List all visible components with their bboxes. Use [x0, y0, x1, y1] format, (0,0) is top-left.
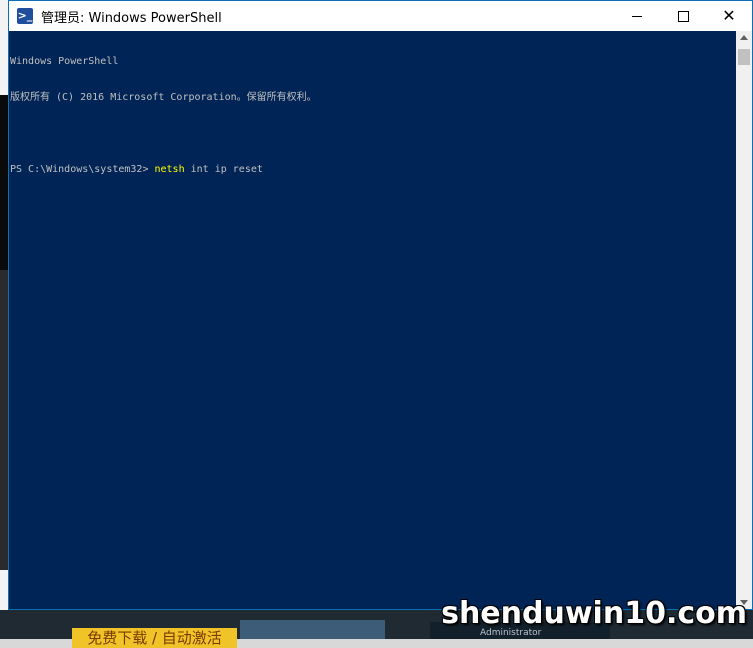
prompt-text: PS C:\Windows\system32> — [10, 164, 155, 175]
caption-buttons: ✕ — [614, 1, 752, 31]
background-panel — [240, 620, 385, 639]
background-window-strip-lower — [0, 270, 8, 570]
powershell-window[interactable]: >_ 管理员: Windows PowerShell ✕ Windows Pow… — [8, 0, 753, 610]
prompt-line: PS C:\Windows\system32> netsh int ip res… — [9, 164, 737, 176]
maximize-icon — [677, 10, 689, 22]
minimize-icon — [632, 15, 642, 17]
command-name: netsh — [154, 164, 185, 175]
vertical-scrollbar[interactable] — [736, 31, 752, 609]
scrollbar-thumb[interactable] — [738, 49, 750, 65]
background-window-strip — [0, 95, 8, 270]
console-line: Windows PowerShell — [10, 56, 119, 67]
command-arguments: int ip reset — [184, 164, 263, 175]
watermark-text: shenduwin10.com — [441, 596, 747, 631]
close-button[interactable]: ✕ — [706, 1, 752, 31]
close-icon: ✕ — [722, 6, 736, 25]
powershell-icon[interactable]: >_ — [17, 8, 33, 24]
desktop-left-edge — [0, 0, 8, 639]
minimize-button[interactable] — [614, 1, 660, 31]
console-line: 版权所有 (C) 2016 Microsoft Corporation。保留所有… — [10, 92, 317, 103]
window-title: 管理员: Windows PowerShell — [41, 10, 222, 26]
scroll-up-arrow-icon[interactable] — [740, 35, 748, 40]
console-output[interactable]: Windows PowerShell 版权所有 (C) 2016 Microso… — [9, 31, 737, 610]
maximize-button[interactable] — [660, 1, 706, 31]
title-bar[interactable]: >_ 管理员: Windows PowerShell ✕ — [9, 1, 752, 31]
background-banner: 免费下载 / 自动激活 — [72, 628, 237, 648]
